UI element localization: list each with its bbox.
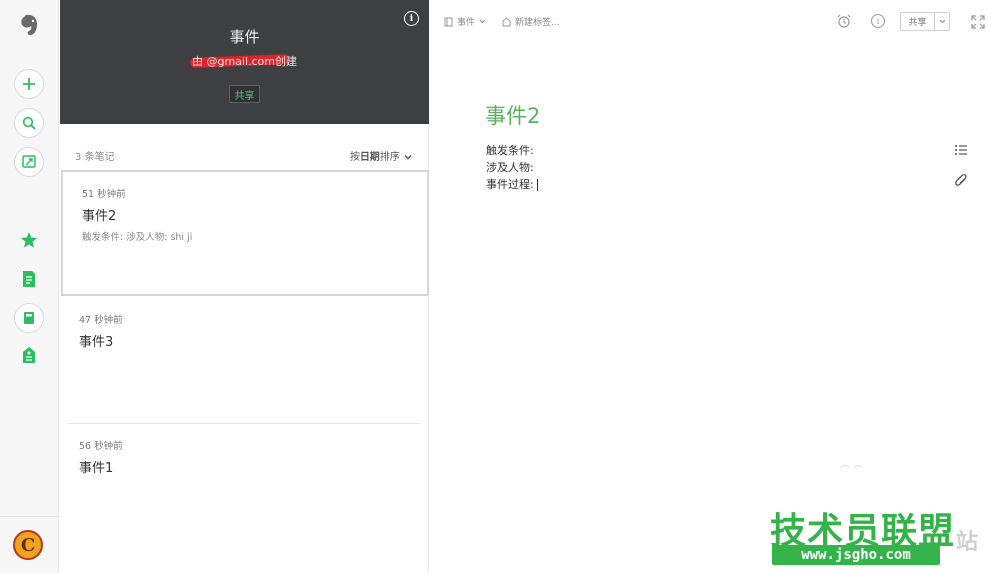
note-body-editor[interactable]: 触发条件: 涉及人物: 事件过程:	[486, 142, 538, 193]
note-time: 47 秒钟前	[79, 315, 123, 326]
body-line: 事件过程:	[486, 178, 534, 191]
chevron-down-icon	[939, 19, 945, 24]
editor-side-icons	[954, 142, 968, 193]
editor-toolbar-left: 事件 新建标签...	[444, 15, 560, 28]
chat-icon	[22, 155, 36, 168]
shortcuts-star-icon[interactable]	[18, 229, 40, 251]
notebook-icon	[444, 17, 453, 26]
sort-suffix: 排序	[379, 152, 400, 163]
note-count: 3 条笔记	[75, 152, 115, 163]
note-card-selected[interactable]: 51 秒钟前 事件2 触发条件: 涉及人物: shi ji	[61, 170, 429, 296]
note-editor: 事件 新建标签... i 共享 事件2 触发条件: 涉及人物: 事件过程: ⌒ …	[430, 0, 1000, 573]
sort-dropdown[interactable]: 按日期排序	[350, 148, 412, 163]
notebook-icon	[24, 312, 34, 324]
body-line: 触发条件:	[486, 144, 534, 157]
rail-divider	[0, 516, 59, 517]
note-title: 事件1	[79, 461, 114, 476]
notebook-header: 事件 由 @gmail.com创建 共享 i	[60, 0, 429, 124]
new-tag-input[interactable]: 新建标签...	[515, 15, 560, 28]
tag-icon	[502, 16, 511, 26]
note-title: 事件2	[82, 209, 117, 224]
note-list-panel: 事件 由 @gmail.com创建 共享 i 3 条笔记 按日期排序 51 秒钟…	[60, 0, 429, 573]
attachment-paperclip-icon[interactable]	[954, 173, 968, 189]
notebook-creator: 由 @gmail.com创建	[191, 55, 298, 68]
note-title-field[interactable]: 事件2	[485, 100, 540, 130]
note-snippet: 触发条件: 涉及人物: shi ji	[82, 232, 193, 243]
notes-icon[interactable]	[18, 268, 40, 290]
watermark: 技术员联盟 www.jsgho.com 站	[770, 502, 990, 572]
note-title: 事件3	[79, 335, 114, 350]
new-note-button[interactable]	[14, 69, 44, 99]
chevron-down-icon	[479, 19, 486, 24]
share-label: 共享	[901, 13, 935, 30]
body-line: 涉及人物:	[486, 161, 534, 174]
sort-prefix: 按	[349, 152, 360, 163]
notebook-info-icon[interactable]: i	[404, 11, 419, 26]
evernote-elephant-icon[interactable]	[16, 12, 42, 38]
notebooks-button[interactable]	[14, 303, 44, 333]
expand-icon[interactable]	[971, 14, 985, 33]
tags-icon[interactable]	[18, 344, 40, 366]
list-icon[interactable]	[954, 143, 968, 157]
body-line-with-caret: 事件过程:	[486, 176, 538, 193]
work-chat-button[interactable]	[14, 147, 44, 177]
reminder-alarm-icon[interactable]	[836, 13, 852, 33]
watermark-url: www.jsgho.com	[772, 545, 940, 565]
sort-key: 日期	[359, 152, 380, 163]
note-card[interactable]: 47 秒钟前 事件3	[60, 298, 429, 424]
user-avatar[interactable]: C	[13, 530, 43, 560]
note-info-icon[interactable]: i	[871, 14, 885, 28]
chevron-down-icon	[404, 155, 412, 160]
share-dropdown[interactable]	[935, 13, 949, 30]
search-icon	[22, 116, 36, 130]
note-share-button[interactable]: 共享	[900, 12, 950, 31]
watermark-side-text: 站	[956, 530, 979, 555]
left-rail: C	[0, 0, 59, 573]
plus-icon	[23, 78, 35, 90]
note-time: 51 秒钟前	[82, 189, 126, 200]
search-button[interactable]	[14, 108, 44, 138]
notebook-selector[interactable]: 事件	[457, 15, 475, 28]
note-time: 56 秒钟前	[79, 441, 123, 452]
scroll-hint: ⌒ ⌒	[840, 466, 864, 477]
avatar-letter: C	[20, 534, 36, 556]
notebook-share-button[interactable]: 共享	[229, 85, 260, 103]
text-caret	[536, 179, 538, 191]
notebook-title: 事件	[229, 28, 260, 46]
note-card[interactable]: 56 秒钟前 事件1	[60, 424, 429, 550]
